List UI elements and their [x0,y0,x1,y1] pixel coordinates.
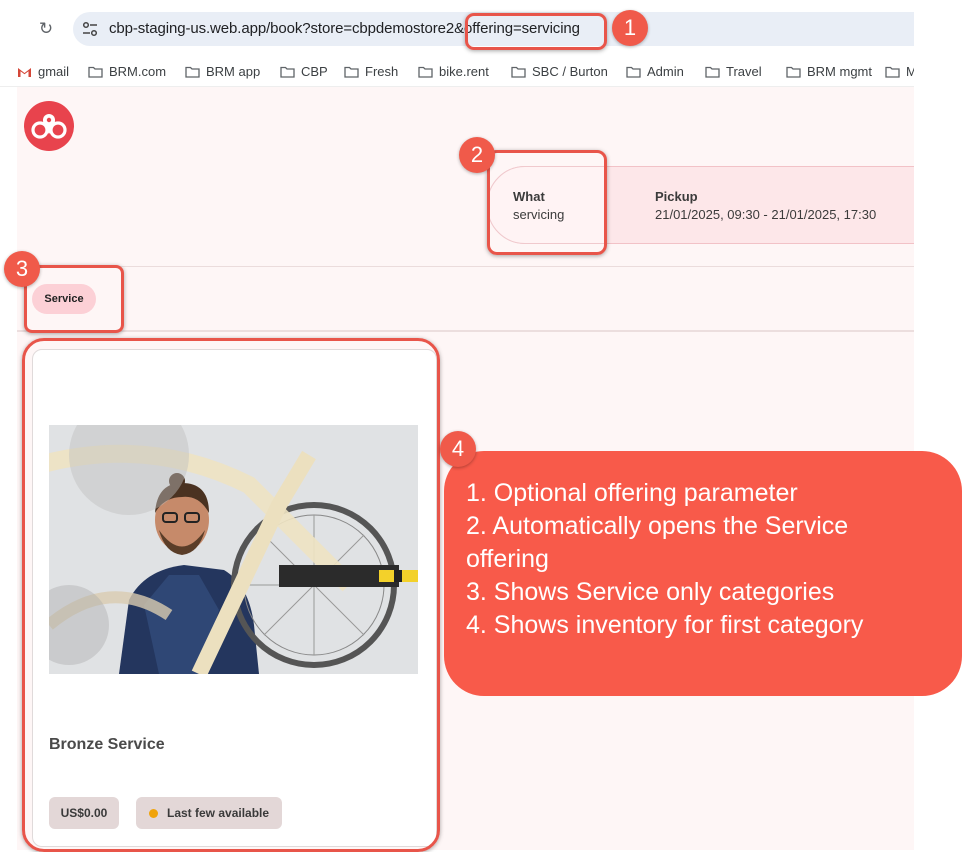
folder-icon [626,66,641,78]
annotation-badge-2: 2 [459,137,495,173]
highlight-product-card [22,338,440,852]
bookmark-gmail[interactable]: gmail [17,64,69,79]
callout-note-3: 3. Shows Service only categories [466,578,835,606]
bookmark-admin[interactable]: Admin [626,64,684,79]
callout-note-4: 4. Shows inventory for first category [466,611,864,639]
bookmark-travel[interactable]: Travel [705,64,762,79]
bookmark-bike-rent[interactable]: bike.rent [418,64,489,79]
folder-icon [344,66,359,78]
annotation-badge-1: 1 [612,10,648,46]
bookmark-sbc-burton[interactable]: SBC / Burton [511,64,608,79]
gmail-icon [18,67,31,77]
bookmark-brm-com[interactable]: BRM.com [88,64,166,79]
bookmark-cbp[interactable]: CBP [280,64,328,79]
annotation-badge-4: 4 [440,431,476,467]
browser-toolbar: ↻ cbp-staging-us.web.app/book?store=cbpd… [0,0,914,58]
pickup-label: Pickup [655,189,698,204]
callout-note-2-cont: offering [466,545,549,573]
folder-icon [705,66,720,78]
folder-icon [511,66,526,78]
logo-mark-icon [31,114,67,139]
reload-icon[interactable]: ↻ [36,19,56,39]
pickup-value: 21/01/2025, 09:30 - 21/01/2025, 17:30 [655,207,877,222]
folder-icon [786,66,801,78]
highlight-category-chip [24,265,124,333]
bookmark-brm-app[interactable]: BRM app [185,64,260,79]
highlight-what-field [487,150,607,255]
annotation-callout: 1. Optional offering parameter 2. Automa… [444,451,962,696]
folder-icon [185,66,200,78]
divider [17,330,914,332]
bookmarks-bar: gmail BRM.com BRM app CBP Fresh bike.ren… [0,58,914,87]
callout-note-1: 1. Optional offering parameter [466,479,798,507]
folder-icon [418,66,433,78]
callout-note-2: 2. Automatically opens the Service [466,512,849,540]
folder-icon [88,66,103,78]
divider [17,266,914,267]
folder-icon [280,66,295,78]
bookmark-fresh[interactable]: Fresh [344,64,398,79]
folder-icon [885,66,900,78]
bookmark-brm-mgmt[interactable]: BRM mgmt [786,64,872,79]
bookmark-overflow[interactable]: M [885,64,914,79]
brand-logo[interactable] [24,101,74,151]
site-settings-icon[interactable] [81,20,99,38]
highlight-url-parameter [465,13,607,50]
annotation-badge-3: 3 [4,251,40,287]
